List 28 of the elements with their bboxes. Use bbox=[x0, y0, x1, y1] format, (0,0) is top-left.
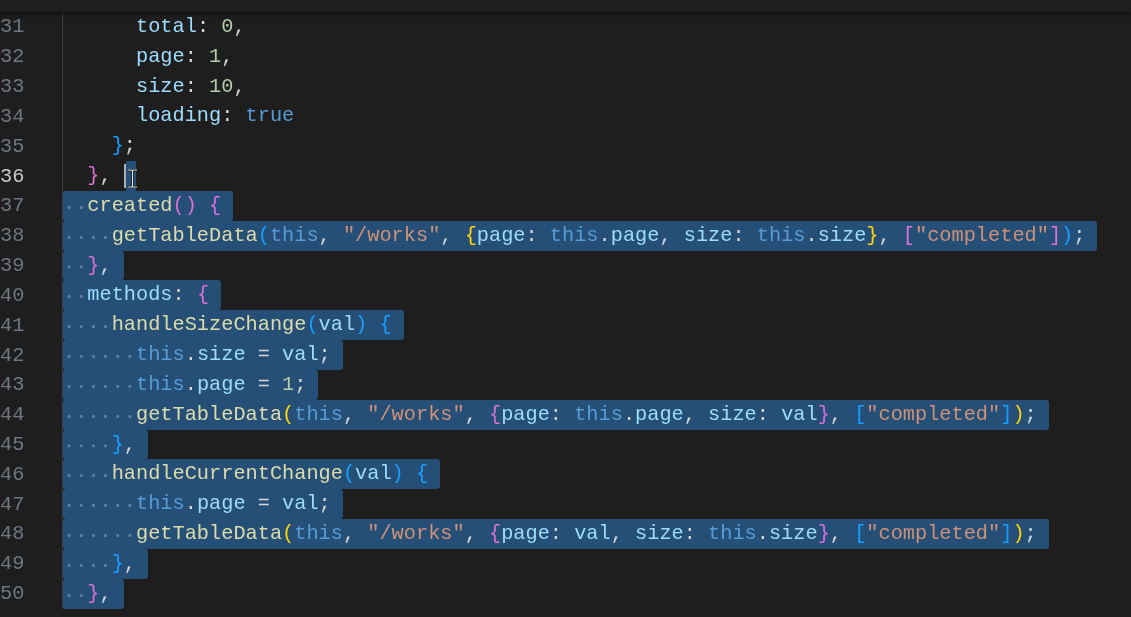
code-line: page: 1, bbox=[135, 43, 235, 70]
code-line: size: 10, bbox=[135, 73, 247, 100]
selection-highlight bbox=[125, 161, 136, 191]
code-line: }; bbox=[110, 133, 137, 160]
line-number: 49 bbox=[0, 552, 24, 576]
line-number: 38 bbox=[0, 224, 24, 248]
line-number: 31 bbox=[0, 15, 24, 39]
code-line: }, bbox=[86, 163, 113, 190]
text-cursor-icon bbox=[127, 169, 138, 188]
line-number: 44 bbox=[0, 403, 24, 427]
line-number: 42 bbox=[0, 343, 24, 367]
line-number: 48 bbox=[0, 522, 24, 546]
line-number: 36 bbox=[0, 164, 24, 188]
line-number: 32 bbox=[0, 45, 24, 69]
line-number: 40 bbox=[0, 283, 24, 307]
line-number: 39 bbox=[0, 254, 24, 278]
line-number: 43 bbox=[0, 373, 24, 397]
line-number: 47 bbox=[0, 492, 24, 516]
line-number: 37 bbox=[0, 194, 24, 218]
line-number: 50 bbox=[0, 582, 24, 606]
line-number: 41 bbox=[0, 313, 24, 337]
line-number: 45 bbox=[0, 433, 24, 456]
line-number: 33 bbox=[0, 75, 24, 99]
line-number: 35 bbox=[0, 134, 24, 158]
code-line: loading: true bbox=[135, 103, 296, 130]
line-number: 34 bbox=[0, 104, 24, 128]
code-line: total: 0, bbox=[135, 14, 247, 40]
line-number: 46 bbox=[0, 462, 24, 486]
